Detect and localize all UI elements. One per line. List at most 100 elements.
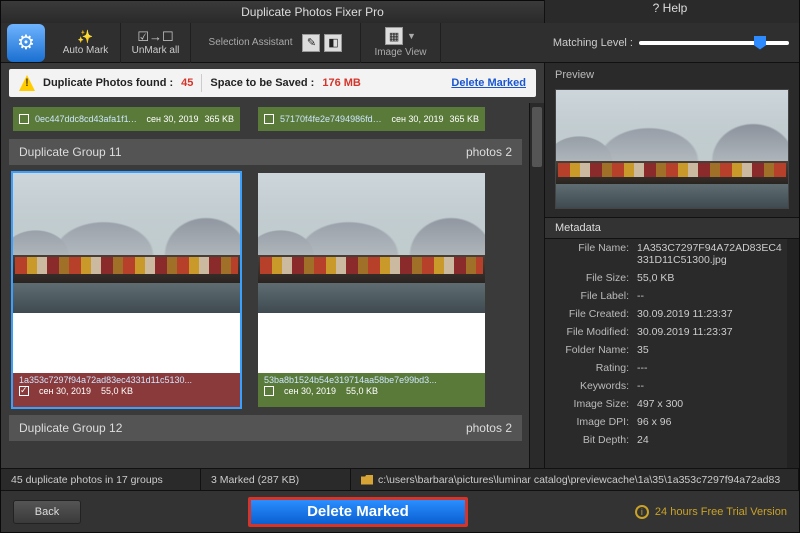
trial-notice: i 24 hours Free Trial Version bbox=[635, 505, 787, 519]
status-path: c:\users\barbara\pictures\luminar catalo… bbox=[351, 469, 799, 490]
metadata-value: 24 bbox=[637, 434, 787, 446]
metadata-row: Bit Depth:24 bbox=[545, 431, 799, 449]
back-button[interactable]: Back bbox=[13, 500, 81, 524]
image-view-section: ▦ ▼ Image View bbox=[361, 23, 441, 63]
filename: 53ba8b1524b54e319714aa58be7e99bd3... bbox=[264, 375, 479, 385]
metadata-row: File Label:-- bbox=[545, 287, 799, 305]
filename: 57170f4fe2e7494986fd7e40903f8a4790... bbox=[280, 114, 385, 124]
previous-group-row: 0ec447ddc8cd43afa1f11795cf4edad4900... с… bbox=[9, 103, 536, 139]
group-name: Duplicate Group 11 bbox=[19, 145, 466, 159]
group-header[interactable]: Duplicate Group 11 photos 2 bbox=[9, 139, 522, 165]
checkbox[interactable] bbox=[264, 386, 274, 396]
duplicate-card[interactable]: 1a353c7297f94a72ad83ec4331d11c5130... се… bbox=[13, 173, 240, 407]
found-count: 45 bbox=[181, 77, 193, 89]
status-bar: 45 duplicate photos in 17 groups 3 Marke… bbox=[1, 468, 799, 490]
thumbnail-image bbox=[258, 173, 485, 313]
app-logo-icon: ⚙ bbox=[7, 24, 45, 62]
list-item[interactable]: 57170f4fe2e7494986fd7e40903f8a4790... се… bbox=[258, 107, 485, 131]
checkbox[interactable] bbox=[19, 386, 29, 396]
metadata-row: Image Size:497 x 300 bbox=[545, 395, 799, 413]
group-count: photos 2 bbox=[466, 421, 512, 435]
status-path-text: c:\users\barbara\pictures\luminar catalo… bbox=[378, 474, 780, 486]
metadata-key: Keywords: bbox=[551, 380, 637, 392]
metadata-key: File Name: bbox=[551, 242, 637, 266]
selection-tool-1-button[interactable]: ✎ bbox=[302, 34, 320, 52]
metadata-key: File Label: bbox=[551, 290, 637, 302]
metadata-row: File Created:30.09.2019 11:23:37 bbox=[545, 305, 799, 323]
list-item[interactable]: 0ec447ddc8cd43afa1f11795cf4edad4900... с… bbox=[13, 107, 240, 131]
side-panel: Preview Metadata File Name:1A353C7297F94… bbox=[544, 63, 799, 468]
matching-level-slider[interactable] bbox=[639, 41, 789, 45]
delete-marked-button[interactable]: Delete Marked bbox=[248, 497, 468, 527]
space-value: 176 MB bbox=[322, 77, 361, 89]
chevron-down-icon[interactable]: ▼ bbox=[407, 31, 416, 41]
status-marked: 3 Marked (287 KB) bbox=[201, 469, 351, 490]
metadata-value: 30.09.2019 11:23:37 bbox=[637, 308, 787, 320]
duplicate-card[interactable]: 53ba8b1524b54e319714aa58be7e99bd3... сен… bbox=[258, 173, 485, 407]
matching-level-control: Matching Level : bbox=[543, 23, 799, 63]
metadata-key: File Size: bbox=[551, 272, 637, 284]
metadata-row: File Size:55,0 KB bbox=[545, 269, 799, 287]
wand-icon: ✨ bbox=[77, 30, 93, 44]
thumbnail-image bbox=[13, 173, 240, 313]
metadata-value: 497 x 300 bbox=[637, 398, 787, 410]
file-date: сен 30, 2019 bbox=[284, 386, 336, 396]
metadata-label: Metadata bbox=[545, 217, 799, 239]
file-date: сен 30, 2019 bbox=[391, 114, 443, 124]
file-size: 365 KB bbox=[449, 114, 479, 124]
metadata-row: Image DPI:96 x 96 bbox=[545, 413, 799, 431]
main-area: Duplicate Photos found : 45 Space to be … bbox=[1, 63, 799, 468]
metadata-key: Bit Depth: bbox=[551, 434, 637, 446]
app-window: Duplicate Photos Fixer Pro ▼ Settings ? … bbox=[0, 0, 800, 533]
file-date: сен 30, 2019 bbox=[39, 386, 91, 396]
preview-label: Preview bbox=[545, 63, 799, 85]
metadata-key: Rating: bbox=[551, 362, 637, 374]
metadata-row: Rating:--- bbox=[545, 359, 799, 377]
group-name: Duplicate Group 12 bbox=[19, 421, 466, 435]
metadata-value: --- bbox=[637, 362, 787, 374]
auto-mark-button[interactable]: ✨ Auto Mark bbox=[51, 23, 121, 63]
metadata-value: -- bbox=[637, 290, 787, 302]
scrollbar-thumb[interactable] bbox=[532, 107, 542, 167]
delete-marked-link[interactable]: Delete Marked bbox=[451, 77, 526, 89]
help-menu[interactable]: ? Help bbox=[653, 1, 688, 15]
status-summary: 45 duplicate photos in 17 groups bbox=[1, 469, 201, 490]
card-row: 1a353c7297f94a72ad83ec4331d11c5130... се… bbox=[9, 165, 536, 415]
group-count: photos 2 bbox=[466, 145, 512, 159]
warning-icon bbox=[19, 75, 35, 91]
metadata-grid[interactable]: File Name:1A353C7297F94A72AD83EC4331D11C… bbox=[545, 239, 799, 468]
file-size: 55,0 KB bbox=[346, 386, 378, 396]
metadata-key: Image DPI: bbox=[551, 416, 637, 428]
metadata-value: 1A353C7297F94A72AD83EC4331D11C51300.jpg bbox=[637, 242, 787, 266]
card-meta: 1a353c7297f94a72ad83ec4331d11c5130... се… bbox=[13, 373, 240, 407]
checkbox[interactable] bbox=[19, 114, 29, 124]
info-icon: i bbox=[635, 505, 649, 519]
group-header[interactable]: Duplicate Group 12 photos 2 bbox=[9, 415, 522, 441]
selection-tool-2-button[interactable]: ◧ bbox=[324, 34, 342, 52]
metadata-value: 96 x 96 bbox=[637, 416, 787, 428]
image-view-grid-button[interactable]: ▦ bbox=[385, 27, 403, 45]
card-meta: 53ba8b1524b54e319714aa58be7e99bd3... сен… bbox=[258, 373, 485, 407]
matching-level-label: Matching Level : bbox=[553, 37, 633, 49]
preview-image bbox=[555, 89, 789, 209]
image-view-label: Image View bbox=[374, 47, 426, 58]
info-bar: Duplicate Photos found : 45 Space to be … bbox=[9, 69, 536, 97]
title-bar: Duplicate Photos Fixer Pro ▼ Settings ? … bbox=[1, 1, 799, 23]
space-label: Space to be Saved : bbox=[210, 77, 314, 89]
found-label: Duplicate Photos found : bbox=[43, 77, 173, 89]
metadata-row: Folder Name:35 bbox=[545, 341, 799, 359]
metadata-key: Folder Name: bbox=[551, 344, 637, 356]
slider-thumb[interactable] bbox=[754, 36, 766, 50]
metadata-value: -- bbox=[637, 380, 787, 392]
file-date: сен 30, 2019 bbox=[146, 114, 198, 124]
file-size: 55,0 KB bbox=[101, 386, 133, 396]
unmark-all-label: UnMark all bbox=[132, 45, 180, 56]
file-size: 365 KB bbox=[204, 114, 234, 124]
selection-assistant-label: Selection Assistant bbox=[209, 37, 293, 48]
app-title: Duplicate Photos Fixer Pro bbox=[81, 5, 544, 19]
unmark-icon: ☑→☐ bbox=[137, 30, 173, 44]
results-scroll[interactable]: 0ec447ddc8cd43afa1f11795cf4edad4900... с… bbox=[1, 103, 544, 468]
unmark-all-button[interactable]: ☑→☐ UnMark all bbox=[121, 23, 191, 63]
metadata-row: Keywords:-- bbox=[545, 377, 799, 395]
checkbox[interactable] bbox=[264, 114, 274, 124]
